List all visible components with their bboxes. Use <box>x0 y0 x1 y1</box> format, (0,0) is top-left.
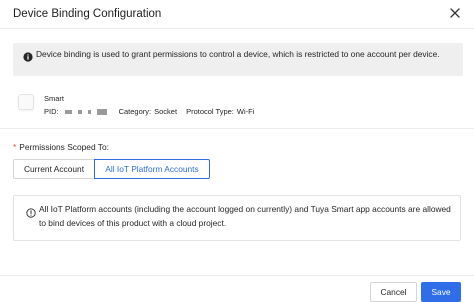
permissions-label: * Permissions Scoped To: <box>13 142 109 152</box>
info-outline-icon <box>26 205 36 218</box>
pid-label: PID: <box>44 107 59 116</box>
protocol-value: Wi-Fi <box>236 107 255 116</box>
scope-note: All IoT Platform accounts (including the… <box>13 195 461 241</box>
cancel-button[interactable]: Cancel <box>370 282 417 302</box>
header-divider <box>0 28 474 29</box>
protocol-label: Protocol Type: <box>186 107 234 116</box>
device-summary: Smart PID: Category: Socket Protocol Typ… <box>18 92 458 122</box>
device-meta: PID: Category: Socket Protocol Type: Wi-… <box>44 107 254 116</box>
permissions-scope-selector: Current Account All IoT Platform Account… <box>13 159 210 179</box>
section-divider <box>0 128 474 129</box>
info-filled-icon <box>23 49 33 62</box>
required-mark: * <box>13 142 17 152</box>
category-label: Category: <box>118 107 152 116</box>
info-banner-text: Device binding is used to grant permissi… <box>36 49 440 59</box>
info-banner: Device binding is used to grant permissi… <box>13 43 463 76</box>
scope-note-text: All IoT Platform accounts (including the… <box>39 204 451 228</box>
scope-option-all-accounts[interactable]: All IoT Platform Accounts <box>94 159 210 179</box>
device-image <box>18 94 34 110</box>
device-name: Smart <box>44 94 65 103</box>
close-icon[interactable] <box>448 6 462 20</box>
device-binding-dialog: Device Binding Configuration Device bind… <box>0 0 474 302</box>
scope-option-current-account[interactable]: Current Account <box>13 159 95 179</box>
category-value: Socket <box>154 107 178 116</box>
dialog-header: Device Binding Configuration <box>0 0 474 28</box>
pid-value-redacted <box>64 108 107 115</box>
save-button[interactable]: Save <box>421 282 461 302</box>
permissions-label-text: Permissions Scoped To: <box>19 142 109 152</box>
dialog-title: Device Binding Configuration <box>13 8 162 20</box>
footer-divider <box>0 275 474 276</box>
